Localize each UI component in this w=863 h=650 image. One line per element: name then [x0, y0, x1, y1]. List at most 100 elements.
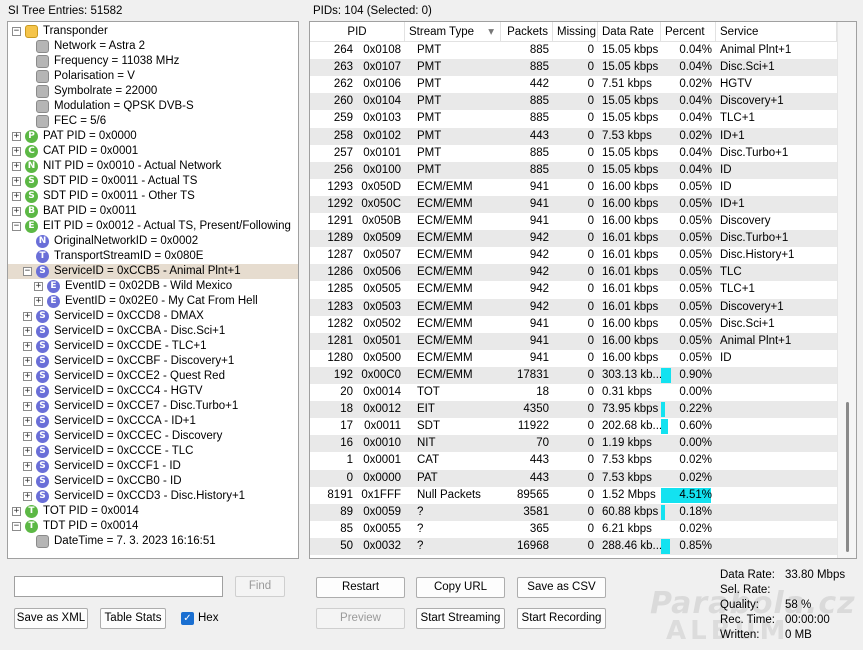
expand-icon[interactable]: + [12, 132, 21, 141]
save-as-csv-button[interactable]: Save as CSV [517, 577, 606, 598]
expand-icon[interactable]: + [12, 192, 21, 201]
column-header-pid[interactable]: PID [310, 22, 405, 42]
tree-node[interactable]: + S ServiceID = 0xCCDE - TLC+1 [8, 339, 298, 354]
expand-icon[interactable]: + [23, 372, 32, 381]
tree-node[interactable]: + C CAT PID = 0x0001 [8, 144, 298, 159]
tree-node-selected[interactable]: − S ServiceID = 0xCCB5 - Animal Plnt+1 [8, 264, 298, 279]
table-row[interactable]: 0 0x0000 PAT 443 0 7.53 kbps 0.02% [310, 470, 837, 487]
tree-node[interactable]: + S ServiceID = 0xCCBA - Disc.Sci+1 [8, 324, 298, 339]
tree-node[interactable]: + S ServiceID = 0xCCCA - ID+1 [8, 414, 298, 429]
table-row[interactable]: 50 0x0032? 16968 0 288.46 kb... 0.85% [310, 538, 837, 555]
table-row[interactable]: 1293 0x050D ECM/EMM 941 0 16.00 kbps ID 0.05% [310, 179, 837, 196]
table-row[interactable]: 16 0x0010 NIT 70 0 1.19 kbps 0.00% [310, 435, 837, 452]
tree-node[interactable]: DateTime = 7. 3. 2023 16:16:51 [8, 534, 298, 549]
tree-node[interactable]: − Transponder [8, 24, 298, 39]
expand-icon[interactable]: + [23, 402, 32, 411]
search-input[interactable] [14, 576, 223, 597]
expand-icon[interactable]: + [12, 162, 21, 171]
table-row[interactable]: 264 0x0108 PMT 885 0 15.05 kbps Animal Plnt+1 0… [310, 42, 837, 59]
start-streaming-button[interactable]: Start Streaming [416, 608, 505, 629]
table-row[interactable]: 257 0x0101 PMT 885 0 15.05 kbps Disc.Turbo+1 0.… [310, 145, 837, 162]
table-row[interactable]: 18 0x0012 EIT 4350 0 73.95 kbps 0.22% [310, 401, 837, 418]
tree-node[interactable]: + S ServiceID = 0xCCE7 - Disc.Turbo+1 [8, 399, 298, 414]
tree-node[interactable]: + N NIT PID = 0x0010 - Actual Network [8, 159, 298, 174]
expand-icon[interactable]: + [23, 432, 32, 441]
table-row[interactable]: 8191 0x1FFF Null Packets 89565 0 1.52 Mbps 4.5… [310, 487, 837, 504]
find-button[interactable]: Find [235, 576, 285, 597]
column-header-percent[interactable]: Percent [661, 22, 716, 42]
collapse-icon[interactable]: − [12, 27, 21, 36]
table-row[interactable]: 263 0x0107 PMT 885 0 15.05 kbps Disc.Sci+1 0.04… [310, 59, 837, 76]
table-row[interactable]: 256 0x0100 PMT 885 0 15.05 kbps ID 0.04% [310, 162, 837, 179]
tree-node[interactable]: Polarisation = V [8, 69, 298, 84]
table-row[interactable]: 1282 0x0502 ECM/EMM 941 0 16.00 kbps Disc.Sci+… [310, 316, 837, 333]
table-row[interactable]: 1287 0x0507 ECM/EMM 942 0 16.01 kbps Disc.Hist… [310, 247, 837, 264]
tree-node[interactable]: + P PAT PID = 0x0000 [8, 129, 298, 144]
tree-node[interactable]: Network = Astra 2 [8, 39, 298, 54]
table-row[interactable]: 260 0x0104 PMT 885 0 15.05 kbps Discovery+1 0.0… [310, 93, 837, 110]
column-header-packets[interactable]: Packets [501, 22, 553, 42]
expand-icon[interactable]: + [23, 342, 32, 351]
expand-icon[interactable]: + [23, 447, 32, 456]
column-header-service[interactable]: Service [716, 22, 837, 42]
tree-node[interactable]: + E EventID = 0x02DB - Wild Mexico [8, 279, 298, 294]
tree-node[interactable]: + S ServiceID = 0xCCCE - TLC [8, 444, 298, 459]
hex-checkbox[interactable]: ✓ [181, 612, 194, 625]
tree-node[interactable]: Frequency = 11038 MHz [8, 54, 298, 69]
table-row[interactable]: 85 0x0055? 365 0 6.21 kbps 0.02% [310, 521, 837, 538]
vertical-scrollbar[interactable] [837, 22, 856, 558]
table-row[interactable]: 192 0x00C0 ECM/EMM 17831 0 303.13 kb... 0.90% [310, 367, 837, 384]
expand-icon[interactable]: + [23, 312, 32, 321]
tree-node[interactable]: Modulation = QPSK DVB-S [8, 99, 298, 114]
expand-icon[interactable]: + [23, 357, 32, 366]
expand-icon[interactable]: + [12, 207, 21, 216]
save-as-xml-button[interactable]: Save as XML [14, 608, 88, 629]
scrollbar-thumb[interactable] [846, 402, 849, 552]
si-tree[interactable]: − Transponder Network = Astra 2 Frequency =… [7, 21, 299, 559]
tree-node[interactable]: FEC = 5/6 [8, 114, 298, 129]
table-row[interactable]: 1289 0x0509 ECM/EMM 942 0 16.01 kbps Disc.Turb… [310, 230, 837, 247]
tree-node[interactable]: + S ServiceID = 0xCCE2 - Quest Red [8, 369, 298, 384]
expand-icon[interactable]: + [23, 462, 32, 471]
table-row[interactable]: 1283 0x0503 ECM/EMM 942 0 16.01 kbps Discovery… [310, 299, 837, 316]
restart-button[interactable]: Restart [316, 577, 405, 598]
tree-node[interactable]: + S ServiceID = 0xCCC4 - HGTV [8, 384, 298, 399]
tree-node[interactable]: − T TDT PID = 0x0014 [8, 519, 298, 534]
expand-icon[interactable]: + [34, 297, 43, 306]
tree-node[interactable]: + S ServiceID = 0xCCD3 - Disc.History+1 [8, 489, 298, 504]
table-row[interactable]: 17 0x0011 SDT 11922 0 202.68 kb... 0.60% [310, 418, 837, 435]
expand-icon[interactable]: + [23, 477, 32, 486]
start-recording-button[interactable]: Start Recording [517, 608, 606, 629]
tree-node[interactable]: + S SDT PID = 0x0011 - Actual TS [8, 174, 298, 189]
table-row[interactable]: 20 0x0014 TOT 18 0 0.31 kbps 0.00% [310, 384, 837, 401]
expand-icon[interactable]: + [23, 417, 32, 426]
table-row[interactable]: 1280 0x0500 ECM/EMM 941 0 16.00 kbps ID 0.05% [310, 350, 837, 367]
tree-node[interactable]: + B BAT PID = 0x0011 [8, 204, 298, 219]
expand-icon[interactable]: + [12, 507, 21, 516]
tree-node[interactable]: + S ServiceID = 0xCCF1 - ID [8, 459, 298, 474]
expand-icon[interactable]: + [12, 147, 21, 156]
table-row[interactable]: 259 0x0103 PMT 885 0 15.05 kbps TLC+1 0.04% [310, 110, 837, 127]
copy-url-button[interactable]: Copy URL [416, 577, 505, 598]
tree-node[interactable]: + S ServiceID = 0xCCD8 - DMAX [8, 309, 298, 324]
tree-node[interactable]: + S ServiceID = 0xCCBF - Discovery+1 [8, 354, 298, 369]
collapse-icon[interactable]: − [12, 522, 21, 531]
pid-table[interactable]: PID Stream Type ▾ Packets Missing Data R… [309, 21, 857, 559]
column-header-missing[interactable]: Missing [553, 22, 598, 42]
table-row[interactable]: 262 0x0106 PMT 442 0 7.51 kbps HGTV 0.02% [310, 76, 837, 93]
expand-icon[interactable]: + [12, 177, 21, 186]
table-row[interactable]: 1286 0x0506 ECM/EMM 942 0 16.01 kbps TLC 0.05% [310, 264, 837, 281]
tree-node[interactable]: + S SDT PID = 0x0011 - Other TS [8, 189, 298, 204]
column-header-stream-type[interactable]: Stream Type ▾ [405, 22, 501, 42]
table-row[interactable]: 89 0x0059? 3581 0 60.88 kbps 0.18% [310, 504, 837, 521]
tree-node[interactable]: + S ServiceID = 0xCCB0 - ID [8, 474, 298, 489]
tree-node[interactable]: + E EventID = 0x02E0 - My Cat From Hell [8, 294, 298, 309]
collapse-icon[interactable]: − [12, 222, 21, 231]
table-stats-button[interactable]: Table Stats [100, 608, 166, 629]
tree-node[interactable]: − E EIT PID = 0x0012 - Actual TS, Present/… [8, 219, 298, 234]
tree-node[interactable]: + S ServiceID = 0xCCEC - Discovery [8, 429, 298, 444]
table-row[interactable]: 1281 0x0501 ECM/EMM 941 0 16.00 kbps Animal Pl… [310, 333, 837, 350]
tree-node[interactable]: N OriginalNetworkID = 0x0002 [8, 234, 298, 249]
tree-node[interactable]: T TransportStreamID = 0x080E [8, 249, 298, 264]
table-row[interactable]: 1285 0x0505 ECM/EMM 942 0 16.01 kbps TLC+1 0.05… [310, 281, 837, 298]
